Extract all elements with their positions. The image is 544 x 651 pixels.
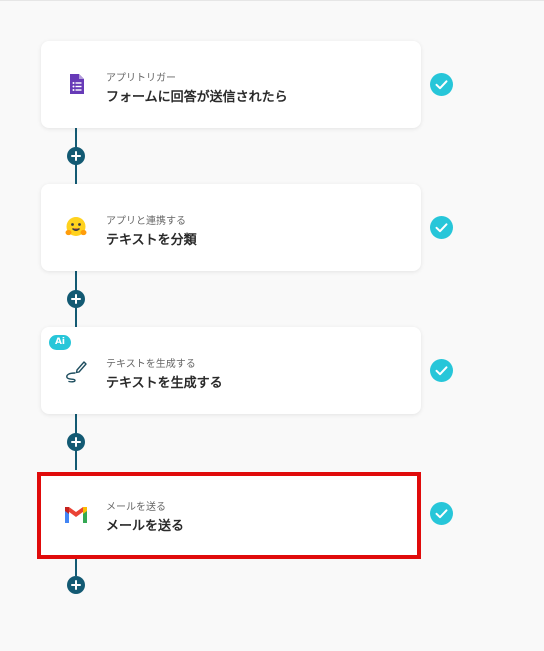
google-forms-icon — [63, 71, 89, 97]
step-subtitle: テキストを生成する — [106, 359, 196, 370]
gmail-icon — [63, 502, 89, 528]
check-icon — [430, 73, 453, 96]
top-divider — [0, 0, 544, 1]
step-subtitle: アプリと連携する — [106, 216, 186, 227]
add-step-button[interactable] — [67, 433, 85, 451]
pen-curve-icon — [63, 357, 89, 383]
step-title: フォームに回答が送信されたら — [106, 90, 288, 105]
step-title: メールを送る — [106, 519, 185, 534]
ai-badge: Ai — [49, 335, 71, 350]
step-title: テキストを生成する — [106, 376, 223, 391]
add-step-button[interactable] — [67, 290, 85, 308]
add-step-button[interactable] — [67, 147, 85, 165]
check-icon — [430, 359, 453, 382]
hugging-face-icon — [63, 214, 89, 240]
step-subtitle: アプリトリガー — [106, 73, 176, 84]
check-icon — [430, 216, 453, 239]
add-step-button[interactable] — [67, 576, 85, 594]
step-title: テキストを分類 — [106, 233, 197, 248]
check-icon — [430, 502, 453, 525]
step-card-classify-text[interactable]: アプリと連携する テキストを分類 — [41, 184, 421, 271]
step-card-form-trigger[interactable]: アプリトリガー フォームに回答が送信されたら — [41, 41, 421, 128]
step-card-send-mail[interactable]: メールを送る メールを送る — [37, 472, 421, 559]
flow-connector — [75, 557, 77, 576]
step-card-generate-text[interactable]: Ai テキストを生成する テキストを生成する — [41, 327, 421, 414]
step-subtitle: メールを送る — [106, 502, 166, 513]
